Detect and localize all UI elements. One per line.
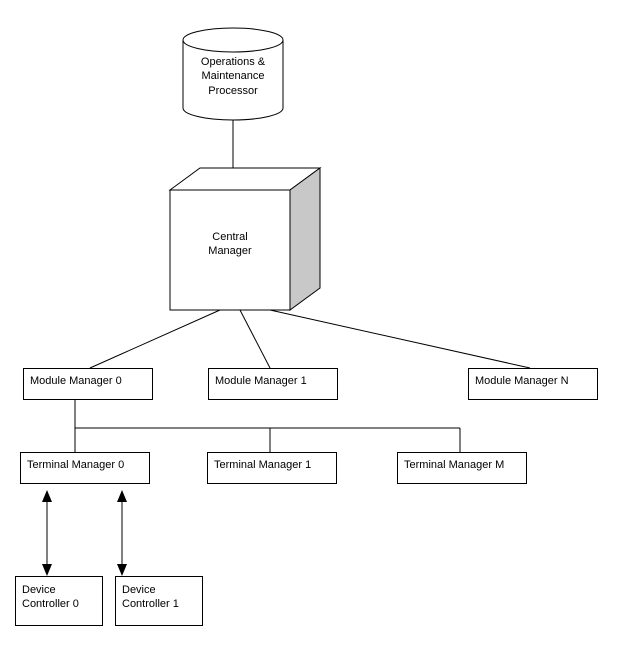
conn-central-m1 <box>240 310 270 368</box>
device-controller-1: Device Controller 1 <box>115 576 203 626</box>
module-manager-n: Module Manager N <box>468 368 598 400</box>
terminal-manager-m: Terminal Manager M <box>397 452 527 484</box>
device-controller-1-line1: Device <box>122 583 179 597</box>
terminal-manager-0: Terminal Manager 0 <box>20 452 150 484</box>
module-manager-0: Module Manager 0 <box>23 368 153 400</box>
terminal-manager-0-label: Terminal Manager 0 <box>27 459 124 471</box>
module-manager-0-label: Module Manager 0 <box>30 375 122 387</box>
terminal-manager-1-label: Terminal Manager 1 <box>214 459 311 471</box>
omp-label: Operations & Maintenance Processor <box>183 55 283 98</box>
device-controller-0: Device Controller 0 <box>15 576 103 626</box>
conn-central-mN <box>270 310 530 368</box>
central-label: Central Manager <box>170 230 290 259</box>
conn-central-m0 <box>90 310 220 368</box>
module-manager-1-label: Module Manager 1 <box>215 375 307 387</box>
device-controller-0-line2: Controller 0 <box>22 597 79 611</box>
terminal-manager-m-label: Terminal Manager M <box>404 459 504 471</box>
omp-line3: Processor <box>183 84 283 98</box>
module-manager-n-label: Module Manager N <box>475 375 569 387</box>
arrow-t0-d1 <box>117 490 127 576</box>
omp-line2: Maintenance <box>183 69 283 83</box>
connectors-layer <box>0 0 624 648</box>
omp-line1: Operations & <box>183 55 283 69</box>
terminal-manager-1: Terminal Manager 1 <box>207 452 337 484</box>
arrow-t0-d0 <box>42 490 52 576</box>
central-line2: Manager <box>170 244 290 258</box>
device-controller-0-line1: Device <box>22 583 79 597</box>
central-line1: Central <box>170 230 290 244</box>
module-manager-1: Module Manager 1 <box>208 368 338 400</box>
device-controller-1-line2: Controller 1 <box>122 597 179 611</box>
